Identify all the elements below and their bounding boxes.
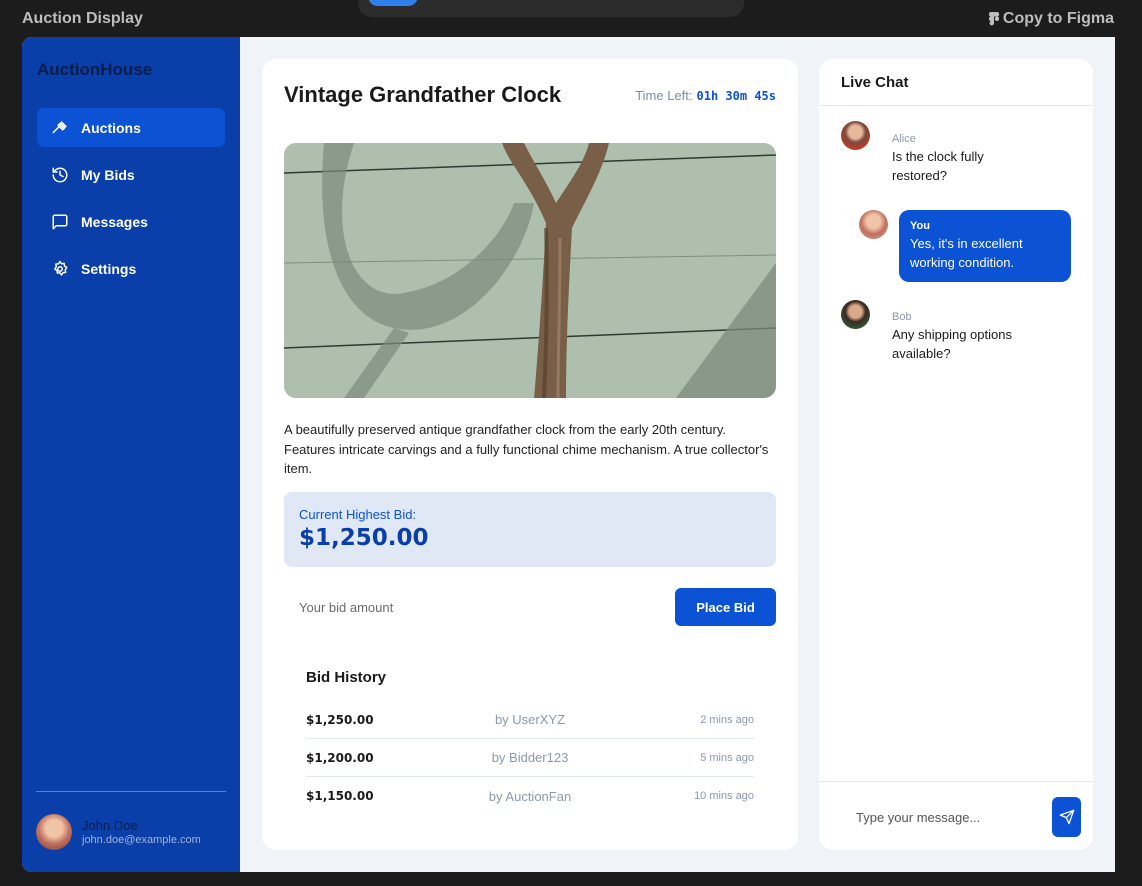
current-bid-label: Current Highest Bid: <box>299 507 417 522</box>
copy-to-figma-button[interactable]: Copy to Figma <box>988 10 1114 28</box>
gear-icon <box>54 260 68 276</box>
chat-message-input[interactable] <box>841 800 1041 834</box>
history-icon <box>52 167 68 182</box>
window-title: Auction Display <box>22 10 143 27</box>
sidebar-nav: Auctions My Bids Messages Settings <box>37 108 225 296</box>
user-email: john.doe@example.com <box>82 834 201 846</box>
current-bid-panel: Current Highest Bid: $1,250.00 <box>284 492 776 567</box>
chat-text: Yes, it's in excellent working condition… <box>910 236 1023 270</box>
current-bid-amount: $1,250.00 <box>299 525 429 551</box>
user-name: John Doe <box>82 818 138 833</box>
gavel-icon <box>52 120 67 133</box>
bid-user: by Bidder123 <box>491 750 569 765</box>
copy-to-figma-label: Copy to Figma <box>1002 10 1114 27</box>
send-button[interactable] <box>1052 797 1081 837</box>
bid-amount-input[interactable] <box>284 588 664 626</box>
bid-history-title: Bid History <box>306 669 387 686</box>
chat-message-bob: Bob Any shipping options available? <box>841 300 1042 363</box>
item-description: A beautifully preserved antique grandfat… <box>284 422 769 476</box>
bid-amount: $1,150.00 <box>306 789 374 803</box>
sidebar-item-label: Settings <box>81 260 137 277</box>
sidebar-item-settings[interactable]: Settings <box>37 249 225 288</box>
sidebar-item-my-bids[interactable]: My Bids <box>37 155 225 194</box>
page-title: Vintage Grandfather Clock <box>284 82 562 107</box>
time-left-value: 01h 30m 45s <box>696 89 776 103</box>
chat-text: Any shipping options available? <box>892 327 1012 361</box>
auction-card: Vintage Grandfather Clock Time Left: 01h … <box>262 59 798 850</box>
chat-bubble: You Yes, it's in excellent working condi… <box>899 210 1071 282</box>
chat-title: Live Chat <box>819 59 1093 106</box>
table-row: $1,250.00 by UserXYZ 2 mins ago <box>306 701 754 739</box>
bid-time: 10 mins ago <box>694 790 754 802</box>
send-icon <box>1059 809 1074 825</box>
avatar <box>841 121 870 150</box>
bid-user: by AuctionFan <box>488 788 572 804</box>
chat-composer <box>819 781 1093 850</box>
place-bid-button[interactable]: Place Bid <box>675 588 776 626</box>
sidebar-item-messages[interactable]: Messages <box>37 202 225 241</box>
brand-logo: AuctionHouse <box>37 60 153 79</box>
sidebar-item-auctions[interactable]: Auctions <box>37 108 225 147</box>
avatar <box>859 210 888 239</box>
avatar <box>841 300 870 329</box>
chat-text: Is the clock fully restored? <box>892 149 984 183</box>
bid-history: Bid History $1,250.00 by UserXYZ 2 mins … <box>306 669 754 815</box>
avatar <box>36 814 72 850</box>
user-profile[interactable]: John Doe john.doe@example.com <box>36 814 201 850</box>
app-frame: AuctionHouse Auctions My Bids Messages S… <box>22 37 1115 872</box>
chat-message-you: You Yes, it's in excellent working condi… <box>859 210 1071 282</box>
time-left: Time Left: 01h 30m 45s <box>635 88 776 103</box>
time-left-label: Time Left: <box>635 88 693 103</box>
live-chat-panel: Live Chat Alice Is the clock fully resto… <box>819 59 1093 850</box>
table-row: $1,200.00 by Bidder123 5 mins ago <box>306 739 754 777</box>
item-photo <box>284 143 776 398</box>
sidebar-item-label: Auctions <box>81 119 141 136</box>
chat-author: You <box>910 220 930 232</box>
bid-amount: $1,250.00 <box>306 712 374 727</box>
bid-time: 5 mins ago <box>700 751 754 764</box>
chat-author: Bob <box>892 311 912 323</box>
bid-amount: $1,200.00 <box>306 750 374 765</box>
chat-message-alice: Alice Is the clock fully restored? <box>841 121 1032 185</box>
sidebar-item-label: Messages <box>81 213 148 230</box>
message-icon <box>52 214 68 229</box>
bid-user: by UserXYZ <box>494 712 566 727</box>
sidebar: AuctionHouse Auctions My Bids Messages S… <box>22 37 240 872</box>
bid-time: 2 mins ago <box>700 713 754 726</box>
app-topbar: Auction Display Copy to Figma <box>0 0 1142 37</box>
sidebar-divider <box>36 791 226 792</box>
item-image <box>284 143 776 398</box>
chat-author: Alice <box>892 133 916 145</box>
toolbar-pill <box>358 0 744 17</box>
sidebar-item-label: My Bids <box>81 166 135 183</box>
figma-icon <box>988 12 999 26</box>
table-row: $1,150.00 by AuctionFan 10 mins ago <box>306 777 754 815</box>
toolbar-pill-button[interactable] <box>368 0 418 6</box>
